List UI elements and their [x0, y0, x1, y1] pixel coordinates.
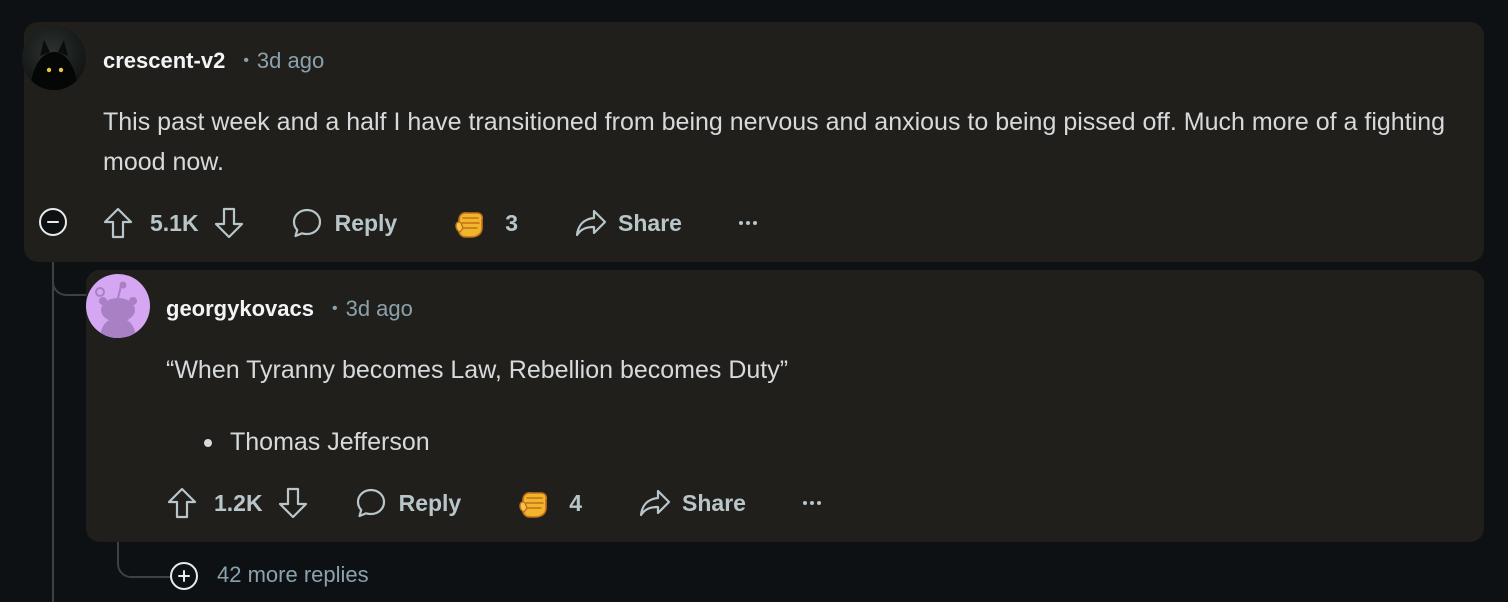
upvote-button[interactable]: [166, 486, 198, 520]
speech-bubble-icon: [292, 208, 321, 238]
vote-count: 1.2K: [214, 489, 263, 516]
share-button[interactable]: Share: [574, 207, 682, 239]
award-fist-icon: [455, 212, 484, 238]
comment-meta: georgykovacs • 3d ago: [166, 296, 413, 322]
meta-separator: •: [243, 52, 249, 69]
username-link[interactable]: crescent-v2: [103, 48, 225, 74]
ellipsis-icon: [802, 501, 821, 505]
reply-button[interactable]: Reply: [291, 207, 398, 239]
reply-button[interactable]: Reply: [355, 487, 462, 519]
share-label: Share: [618, 209, 682, 236]
comment-thread: crescent-v2 • 3d ago This past week and …: [0, 0, 1508, 602]
comment-quote: “When Tyranny becomes Law, Rebellion bec…: [166, 356, 789, 384]
expand-replies-button[interactable]: [170, 562, 198, 590]
award-count: 3: [505, 209, 519, 236]
comment-action-bar: 1.2K Reply 4 Share: [166, 483, 822, 523]
share-arrow-icon: [575, 209, 607, 237]
share-button[interactable]: Share: [638, 487, 746, 519]
award-button[interactable]: 3: [453, 206, 518, 240]
thread-branch-connector-more: [117, 540, 171, 578]
comment-meta: crescent-v2 • 3d ago: [103, 48, 324, 74]
upvote-button[interactable]: [102, 206, 134, 240]
minus-icon: [47, 221, 59, 223]
comment-action-bar: 5.1K Reply 3 Share: [102, 203, 758, 243]
bullet-text: Thomas Jefferson: [230, 428, 430, 456]
comment-body: This past week and a half I have transit…: [103, 108, 1446, 176]
thread-branch-connector: [52, 262, 88, 296]
speech-bubble-icon: [356, 488, 385, 518]
upvote-arrow-icon: [167, 487, 197, 519]
comment-timestamp[interactable]: 3d ago: [346, 296, 413, 322]
comment-timestamp[interactable]: 3d ago: [257, 48, 324, 74]
dark-creature-avatar-icon: [30, 40, 78, 90]
vote-count: 5.1K: [150, 209, 199, 236]
more-options-button[interactable]: [802, 499, 822, 507]
reply-label: Reply: [398, 489, 462, 516]
meta-separator: •: [331, 300, 338, 317]
award-fist-icon: [519, 492, 548, 518]
award-button[interactable]: 4: [517, 486, 582, 520]
downvote-arrow-icon: [278, 487, 307, 519]
reply-label: Reply: [334, 209, 398, 236]
downvote-button[interactable]: [213, 206, 245, 240]
bullet-list-item: Thomas Jefferson: [204, 422, 430, 462]
downvote-arrow-icon: [214, 207, 243, 239]
collapse-thread-button[interactable]: [39, 208, 67, 236]
plus-icon: [178, 570, 190, 582]
downvote-button[interactable]: [277, 486, 309, 520]
award-count: 4: [569, 489, 583, 516]
username-link[interactable]: georgykovacs: [166, 296, 314, 322]
bullet-dot: [204, 439, 212, 447]
thread-line[interactable]: [52, 240, 54, 602]
share-label: Share: [682, 489, 746, 516]
upvote-arrow-icon: [103, 207, 133, 239]
user-avatar[interactable]: [86, 274, 150, 338]
more-replies-link[interactable]: 42 more replies: [217, 562, 369, 588]
ellipsis-icon: [738, 221, 757, 225]
user-avatar[interactable]: [22, 26, 86, 90]
share-arrow-icon: [639, 489, 671, 517]
snoo-avatar-icon: [95, 281, 137, 338]
more-options-button[interactable]: [738, 219, 758, 227]
